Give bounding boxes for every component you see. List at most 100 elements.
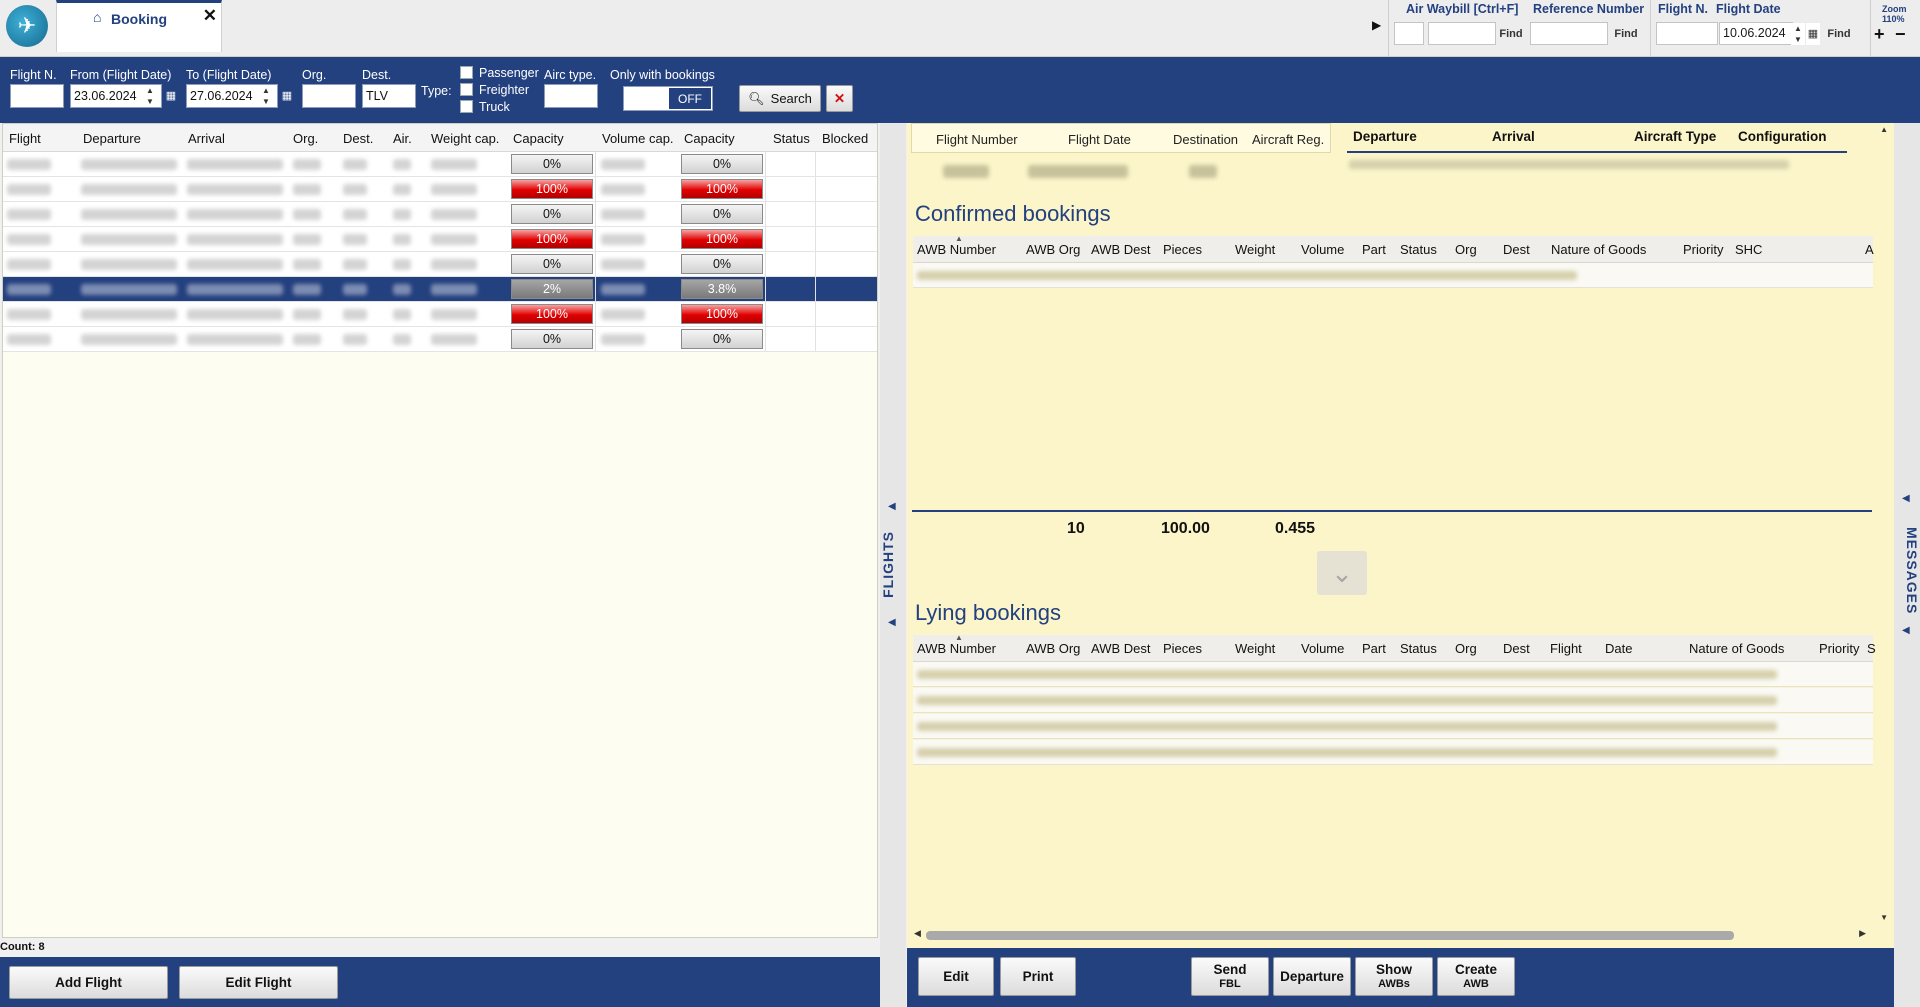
from-calendar-icon[interactable]: ▦ — [164, 85, 178, 107]
search-button[interactable]: 🔍︎ Search — [739, 85, 821, 112]
dest-filter-input[interactable]: TLV — [362, 84, 416, 108]
print-button[interactable]: Print — [1000, 957, 1076, 996]
col-status[interactable]: Status — [1400, 641, 1437, 656]
freighter-checkbox[interactable] — [460, 83, 473, 96]
col-priority[interactable]: Priority — [1683, 242, 1723, 257]
col-weight-capacity[interactable]: Capacity — [513, 131, 564, 146]
flight-row[interactable]: 100% 100% — [3, 177, 877, 202]
to-calendar-icon[interactable]: ▦ — [280, 85, 294, 107]
col-org[interactable]: Org — [1455, 641, 1477, 656]
col-departure[interactable]: Departure — [83, 131, 141, 146]
col-s[interactable]: S — [1867, 641, 1876, 656]
col-pieces[interactable]: Pieces — [1163, 641, 1202, 656]
tab-aircraft-reg[interactable]: Aircraft Reg. — [1252, 132, 1324, 147]
horizontal-scrollbar[interactable]: ◀ ▶ — [908, 927, 1868, 941]
col-dest[interactable]: Dest. — [343, 131, 373, 146]
expand-arrow-icon[interactable]: ▶ — [1372, 18, 1381, 32]
org-filter-input[interactable] — [302, 84, 356, 108]
col-weight[interactable]: Weight — [1235, 242, 1275, 257]
col-awb-org[interactable]: AWB Org — [1026, 242, 1080, 257]
passenger-checkbox[interactable] — [460, 66, 473, 79]
col-blocked[interactable]: Blocked — [822, 131, 868, 146]
from-date-spinner[interactable]: ▲ ▼ — [143, 85, 157, 107]
flight-date-input[interactable]: 10.06.2024 — [1719, 22, 1793, 45]
truck-checkbox[interactable] — [460, 100, 473, 113]
col-date[interactable]: Date — [1605, 641, 1632, 656]
aircraft-type-input[interactable] — [544, 84, 598, 108]
col-air[interactable]: Air. — [393, 131, 412, 146]
confirmed-row[interactable] — [913, 263, 1873, 288]
flight-row[interactable]: 2% 3.8% — [3, 277, 877, 302]
tab-flight-date[interactable]: Flight Date — [1068, 132, 1131, 147]
col-flight[interactable]: Flight — [9, 131, 41, 146]
lying-row[interactable] — [913, 740, 1873, 765]
col-org[interactable]: Org. — [293, 131, 318, 146]
flight-row[interactable]: 100% 100% — [3, 302, 877, 327]
col-part[interactable]: Part — [1362, 242, 1386, 257]
scroll-right-icon[interactable]: ▶ — [1859, 928, 1866, 939]
tab-destination[interactable]: Destination — [1173, 132, 1238, 147]
col-status[interactable]: Status — [773, 131, 810, 146]
flight-row[interactable]: 0% 0% — [3, 202, 877, 227]
col-awb-dest[interactable]: AWB Dest — [1091, 641, 1150, 656]
flight-row[interactable]: 0% 0% — [3, 252, 877, 277]
tab-booking[interactable]: ⌂ Booking ✕ — [56, 0, 222, 52]
collapse-right-icon[interactable]: ◀ — [1902, 493, 1910, 504]
flights-sidebar[interactable]: ◀ FLIGHTS ◀ — [880, 123, 906, 1007]
awb-number-input[interactable] — [1428, 22, 1496, 45]
flight-date-spinner[interactable]: ▲ ▼ — [1791, 23, 1805, 45]
col-priority[interactable]: Priority — [1819, 641, 1859, 656]
col-a[interactable]: A — [1865, 242, 1874, 257]
flight-row[interactable]: 100% 100% — [3, 227, 877, 252]
col-dest[interactable]: Dest — [1503, 242, 1530, 257]
col-awb-org[interactable]: AWB Org — [1026, 641, 1080, 656]
col-volume[interactable]: Volume — [1301, 641, 1344, 656]
edit-button[interactable]: Edit — [918, 957, 994, 996]
collapse-right-icon-2[interactable]: ◀ — [1902, 625, 1910, 636]
col-shc[interactable]: SHC — [1735, 242, 1762, 257]
col-weight-cap[interactable]: Weight cap. — [431, 131, 499, 146]
col-nature[interactable]: Nature of Goods — [1551, 242, 1646, 257]
flight-find-button[interactable]: Find — [1824, 22, 1854, 45]
expand-down-icon[interactable]: ⌄ — [1317, 551, 1367, 595]
close-tab-icon[interactable]: ✕ — [203, 6, 217, 26]
col-status[interactable]: Status — [1400, 242, 1437, 257]
col-org[interactable]: Org — [1455, 242, 1477, 257]
collapse-left-icon[interactable]: ◀ — [888, 501, 896, 512]
col-volume-cap[interactable]: Volume cap. — [602, 131, 674, 146]
clear-filter-button[interactable]: ✕ — [826, 85, 853, 112]
awb-prefix-input[interactable] — [1394, 22, 1424, 45]
col-arrival[interactable]: Arrival — [188, 131, 225, 146]
col-awb-dest[interactable]: AWB Dest — [1091, 242, 1150, 257]
create-awb-button[interactable]: Create AWB — [1437, 957, 1515, 996]
col-pieces[interactable]: Pieces — [1163, 242, 1202, 257]
flight-row[interactable]: 0% 0% — [3, 327, 877, 352]
departure-button[interactable]: Departure — [1273, 957, 1351, 996]
awb-find-button[interactable]: Find — [1496, 22, 1526, 45]
col-weight[interactable]: Weight — [1235, 641, 1275, 656]
lying-row[interactable] — [913, 714, 1873, 739]
col-volume-capacity[interactable]: Capacity — [684, 131, 735, 146]
lying-row[interactable] — [913, 688, 1873, 713]
flight-n-input[interactable] — [1656, 22, 1718, 45]
calendar-icon[interactable]: ▦ — [1806, 23, 1820, 45]
col-volume[interactable]: Volume — [1301, 242, 1344, 257]
collapse-left-icon-2[interactable]: ◀ — [888, 617, 896, 628]
col-dest[interactable]: Dest — [1503, 641, 1530, 656]
to-date-spinner[interactable]: ▲ ▼ — [259, 85, 273, 107]
col-nature[interactable]: Nature of Goods — [1689, 641, 1784, 656]
scroll-left-icon[interactable]: ◀ — [914, 928, 921, 939]
send-fbl-button[interactable]: Send FBL — [1191, 957, 1269, 996]
zoom-in-button[interactable]: + — [1874, 24, 1885, 45]
flight-row[interactable]: 0% 0% — [3, 152, 877, 177]
show-awbs-button[interactable]: Show AWBs — [1355, 957, 1433, 996]
only-bookings-toggle[interactable]: OFF — [623, 86, 713, 111]
edit-flight-button[interactable]: Edit Flight — [179, 966, 338, 999]
messages-sidebar[interactable]: ◀ MESSAGES ◀ — [1894, 123, 1920, 1007]
scroll-down-icon[interactable]: ▼ — [1880, 913, 1888, 922]
col-part[interactable]: Part — [1362, 641, 1386, 656]
scrollbar-thumb[interactable] — [926, 931, 1734, 940]
zoom-out-button[interactable]: − — [1895, 24, 1906, 45]
ref-find-button[interactable]: Find — [1611, 22, 1641, 45]
add-flight-button[interactable]: Add Flight — [9, 966, 168, 999]
